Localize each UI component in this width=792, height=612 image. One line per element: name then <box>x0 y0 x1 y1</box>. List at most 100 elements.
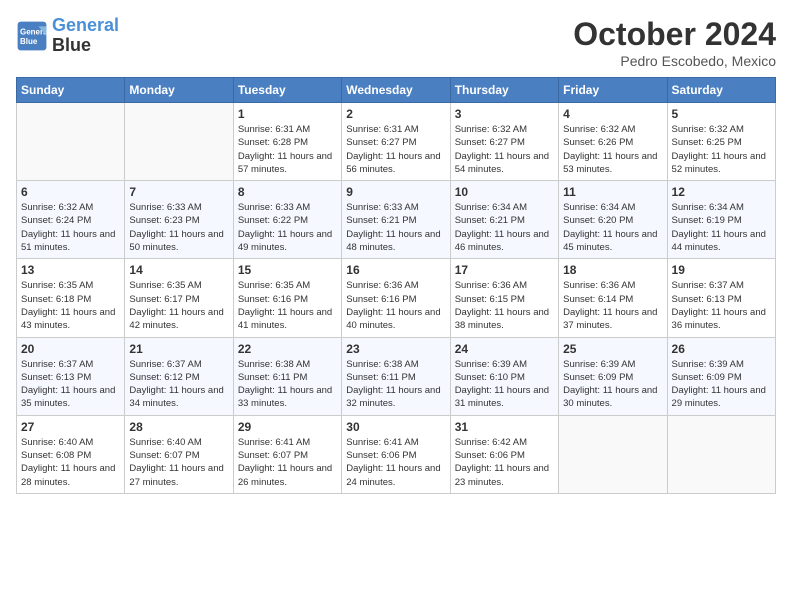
calendar-cell: 14 Sunrise: 6:35 AM Sunset: 6:17 PM Dayli… <box>125 259 233 337</box>
day-number: 2 <box>346 107 445 121</box>
day-number: 30 <box>346 420 445 434</box>
calendar-cell: 21 Sunrise: 6:37 AM Sunset: 6:12 PM Dayli… <box>125 337 233 415</box>
day-number: 27 <box>21 420 120 434</box>
day-info: Sunrise: 6:32 AM Sunset: 6:24 PM Dayligh… <box>21 201 120 254</box>
calendar-cell: 9Sunrise: 6:33 AM Sunset: 6:21 PM Daylig… <box>342 181 450 259</box>
day-number: 25 <box>563 342 662 356</box>
day-number: 12 <box>672 185 771 199</box>
calendar-cell: 19 Sunrise: 6:37 AM Sunset: 6:13 PM Dayli… <box>667 259 775 337</box>
day-number: 7 <box>129 185 228 199</box>
calendar-cell: 31 Sunrise: 6:42 AM Sunset: 6:06 PM Dayli… <box>450 415 558 493</box>
day-info: Sunrise: 6:31 AM Sunset: 6:27 PM Dayligh… <box>346 123 445 176</box>
weekday-header-thursday: Thursday <box>450 78 558 103</box>
weekday-header-friday: Friday <box>559 78 667 103</box>
calendar-cell: 22 Sunrise: 6:38 AM Sunset: 6:11 PM Dayli… <box>233 337 341 415</box>
day-info: Sunrise: 6:35 AM Sunset: 6:18 PM Dayligh… <box>21 279 120 332</box>
calendar-cell <box>667 415 775 493</box>
calendar-cell: 4 Sunrise: 6:32 AM Sunset: 6:26 PM Daylig… <box>559 103 667 181</box>
day-info: Sunrise: 6:35 AM Sunset: 6:17 PM Dayligh… <box>129 279 228 332</box>
week-row-4: 20 Sunrise: 6:37 AM Sunset: 6:13 PM Dayli… <box>17 337 776 415</box>
calendar-cell: 30 Sunrise: 6:41 AM Sunset: 6:06 PM Dayli… <box>342 415 450 493</box>
calendar-cell: 17 Sunrise: 6:36 AM Sunset: 6:15 PM Dayli… <box>450 259 558 337</box>
day-number: 11 <box>563 185 662 199</box>
day-number: 6 <box>21 185 120 199</box>
weekday-header-sunday: Sunday <box>17 78 125 103</box>
day-info: Sunrise: 6:39 AM Sunset: 6:10 PM Dayligh… <box>455 358 554 411</box>
calendar-cell <box>559 415 667 493</box>
calendar-cell: 24Sunrise: 6:39 AM Sunset: 6:10 PM Dayli… <box>450 337 558 415</box>
day-number: 14 <box>129 263 228 277</box>
day-info: Sunrise: 6:37 AM Sunset: 6:13 PM Dayligh… <box>21 358 120 411</box>
day-info: Sunrise: 6:42 AM Sunset: 6:06 PM Dayligh… <box>455 436 554 489</box>
calendar-cell: 7 Sunrise: 6:33 AM Sunset: 6:23 PM Daylig… <box>125 181 233 259</box>
day-info: Sunrise: 6:36 AM Sunset: 6:14 PM Dayligh… <box>563 279 662 332</box>
day-info: Sunrise: 6:41 AM Sunset: 6:07 PM Dayligh… <box>238 436 337 489</box>
weekday-header-monday: Monday <box>125 78 233 103</box>
week-row-1: 1Sunrise: 6:31 AM Sunset: 6:28 PM Daylig… <box>17 103 776 181</box>
day-info: Sunrise: 6:34 AM Sunset: 6:19 PM Dayligh… <box>672 201 771 254</box>
logo: General Blue GeneralBlue <box>16 16 119 56</box>
calendar-cell: 10 Sunrise: 6:34 AM Sunset: 6:21 PM Dayli… <box>450 181 558 259</box>
day-info: Sunrise: 6:36 AM Sunset: 6:16 PM Dayligh… <box>346 279 445 332</box>
logo-icon: General Blue <box>16 20 48 52</box>
day-info: Sunrise: 6:41 AM Sunset: 6:06 PM Dayligh… <box>346 436 445 489</box>
day-info: Sunrise: 6:34 AM Sunset: 6:21 PM Dayligh… <box>455 201 554 254</box>
day-number: 3 <box>455 107 554 121</box>
day-number: 19 <box>672 263 771 277</box>
day-number: 5 <box>672 107 771 121</box>
calendar-cell: 5Sunrise: 6:32 AM Sunset: 6:25 PM Daylig… <box>667 103 775 181</box>
calendar-cell: 8 Sunrise: 6:33 AM Sunset: 6:22 PM Daylig… <box>233 181 341 259</box>
day-number: 1 <box>238 107 337 121</box>
weekday-header-row: SundayMondayTuesdayWednesdayThursdayFrid… <box>17 78 776 103</box>
day-info: Sunrise: 6:35 AM Sunset: 6:16 PM Dayligh… <box>238 279 337 332</box>
day-info: Sunrise: 6:37 AM Sunset: 6:12 PM Dayligh… <box>129 358 228 411</box>
day-info: Sunrise: 6:39 AM Sunset: 6:09 PM Dayligh… <box>672 358 771 411</box>
week-row-3: 13Sunrise: 6:35 AM Sunset: 6:18 PM Dayli… <box>17 259 776 337</box>
day-number: 21 <box>129 342 228 356</box>
day-number: 22 <box>238 342 337 356</box>
svg-text:Blue: Blue <box>20 37 38 46</box>
location: Pedro Escobedo, Mexico <box>573 53 776 69</box>
calendar-cell: 2 Sunrise: 6:31 AM Sunset: 6:27 PM Daylig… <box>342 103 450 181</box>
calendar-cell: 13Sunrise: 6:35 AM Sunset: 6:18 PM Dayli… <box>17 259 125 337</box>
page-header: General Blue GeneralBlue October 2024 Pe… <box>16 16 776 69</box>
week-row-2: 6 Sunrise: 6:32 AM Sunset: 6:24 PM Daylig… <box>17 181 776 259</box>
day-number: 23 <box>346 342 445 356</box>
weekday-header-wednesday: Wednesday <box>342 78 450 103</box>
calendar-cell: 11 Sunrise: 6:34 AM Sunset: 6:20 PM Dayli… <box>559 181 667 259</box>
day-number: 15 <box>238 263 337 277</box>
day-number: 29 <box>238 420 337 434</box>
month-year: October 2024 <box>573 16 776 53</box>
calendar-cell: 12 Sunrise: 6:34 AM Sunset: 6:19 PM Dayli… <box>667 181 775 259</box>
day-number: 28 <box>129 420 228 434</box>
calendar-cell: 25Sunrise: 6:39 AM Sunset: 6:09 PM Dayli… <box>559 337 667 415</box>
day-info: Sunrise: 6:37 AM Sunset: 6:13 PM Dayligh… <box>672 279 771 332</box>
day-info: Sunrise: 6:32 AM Sunset: 6:27 PM Dayligh… <box>455 123 554 176</box>
day-number: 10 <box>455 185 554 199</box>
day-number: 8 <box>238 185 337 199</box>
calendar-cell: 16 Sunrise: 6:36 AM Sunset: 6:16 PM Dayli… <box>342 259 450 337</box>
day-info: Sunrise: 6:38 AM Sunset: 6:11 PM Dayligh… <box>346 358 445 411</box>
calendar-table: SundayMondayTuesdayWednesdayThursdayFrid… <box>16 77 776 494</box>
day-info: Sunrise: 6:40 AM Sunset: 6:08 PM Dayligh… <box>21 436 120 489</box>
calendar-cell: 29 Sunrise: 6:41 AM Sunset: 6:07 PM Dayli… <box>233 415 341 493</box>
logo-text: GeneralBlue <box>52 16 119 56</box>
calendar-cell: 1Sunrise: 6:31 AM Sunset: 6:28 PM Daylig… <box>233 103 341 181</box>
day-info: Sunrise: 6:33 AM Sunset: 6:22 PM Dayligh… <box>238 201 337 254</box>
calendar-cell: 15 Sunrise: 6:35 AM Sunset: 6:16 PM Dayli… <box>233 259 341 337</box>
day-info: Sunrise: 6:32 AM Sunset: 6:26 PM Dayligh… <box>563 123 662 176</box>
day-info: Sunrise: 6:33 AM Sunset: 6:23 PM Dayligh… <box>129 201 228 254</box>
day-number: 20 <box>21 342 120 356</box>
calendar-cell: 23 Sunrise: 6:38 AM Sunset: 6:11 PM Dayli… <box>342 337 450 415</box>
day-info: Sunrise: 6:36 AM Sunset: 6:15 PM Dayligh… <box>455 279 554 332</box>
day-number: 9 <box>346 185 445 199</box>
calendar-cell <box>17 103 125 181</box>
day-number: 17 <box>455 263 554 277</box>
day-number: 16 <box>346 263 445 277</box>
day-info: Sunrise: 6:38 AM Sunset: 6:11 PM Dayligh… <box>238 358 337 411</box>
week-row-5: 27 Sunrise: 6:40 AM Sunset: 6:08 PM Dayli… <box>17 415 776 493</box>
day-number: 31 <box>455 420 554 434</box>
day-info: Sunrise: 6:34 AM Sunset: 6:20 PM Dayligh… <box>563 201 662 254</box>
weekday-header-tuesday: Tuesday <box>233 78 341 103</box>
day-number: 4 <box>563 107 662 121</box>
